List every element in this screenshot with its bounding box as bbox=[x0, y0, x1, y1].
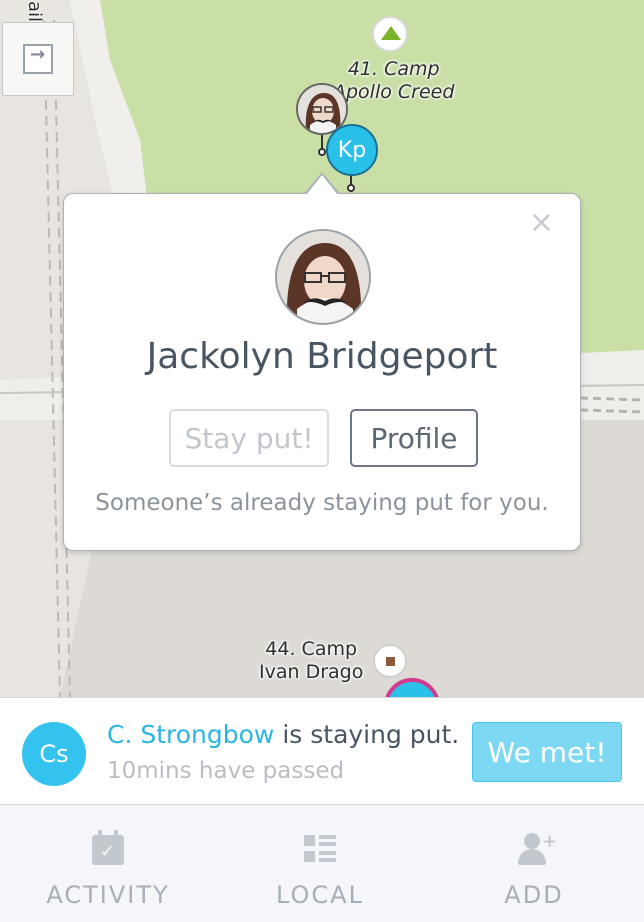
calendar-check-icon bbox=[90, 830, 126, 867]
close-icon[interactable]: × bbox=[529, 208, 554, 238]
camp-44-line1: 44. Camp bbox=[265, 638, 358, 660]
camp-41-line1: 41. Camp bbox=[347, 58, 440, 80]
we-met-button[interactable]: We met! bbox=[472, 722, 622, 782]
list-grid-icon bbox=[302, 831, 338, 867]
profile-button[interactable]: Profile bbox=[350, 409, 478, 467]
camp-41-label: 41. Camp Apollo Creed bbox=[333, 58, 454, 104]
tab-bar: ACTIVITY LOCAL + ADD bbox=[0, 805, 644, 922]
avatar: Cs bbox=[22, 722, 86, 786]
tab-local[interactable]: LOCAL bbox=[250, 805, 390, 922]
camp-marker-icon[interactable] bbox=[373, 644, 407, 678]
status-elapsed: 10mins have passed bbox=[107, 758, 345, 784]
popup-avatar bbox=[275, 229, 371, 325]
camp-44-line2: Ivan Drago bbox=[259, 661, 364, 683]
status-user-link[interactable]: C. Strongbow bbox=[107, 720, 274, 749]
map-view[interactable]: ail 41. Camp Apollo Creed Kp 44. Camp Iv… bbox=[0, 0, 644, 697]
add-person-icon: + bbox=[516, 831, 557, 867]
tab-activity[interactable]: ACTIVITY bbox=[38, 805, 178, 922]
tab-add[interactable]: + ADD bbox=[464, 805, 604, 922]
tab-label: ACTIVITY bbox=[46, 881, 170, 909]
camp-44-label: 44. Camp Ivan Drago bbox=[259, 638, 363, 684]
status-action: is staying put. bbox=[274, 720, 460, 749]
camp-41-line2: Apollo Creed bbox=[333, 81, 455, 103]
popup-note: Someone’s already staying put for you. bbox=[95, 490, 549, 516]
popup-user-name: Jackolyn Bridgeport bbox=[146, 336, 498, 377]
kp-user-pin[interactable]: Kp bbox=[326, 124, 378, 176]
popup-arrow-fill bbox=[306, 175, 338, 195]
exit-map-button[interactable] bbox=[2, 22, 74, 96]
activity-status-bar: Cs C. Strongbow is staying put. 10mins h… bbox=[0, 697, 644, 805]
user-popup: × Jackolyn Bridgeport Stay put! Profile … bbox=[63, 193, 581, 551]
avatar-photo-icon bbox=[298, 85, 346, 133]
status-text: C. Strongbow is staying put. bbox=[107, 720, 459, 749]
tab-label: LOCAL bbox=[276, 881, 364, 909]
tab-label: ADD bbox=[504, 881, 564, 909]
exit-icon bbox=[23, 44, 53, 74]
road-label: ail bbox=[24, 0, 46, 23]
tent-icon[interactable] bbox=[372, 16, 408, 52]
stay-put-button[interactable]: Stay put! bbox=[169, 409, 329, 467]
avatar-photo-icon bbox=[277, 231, 369, 323]
